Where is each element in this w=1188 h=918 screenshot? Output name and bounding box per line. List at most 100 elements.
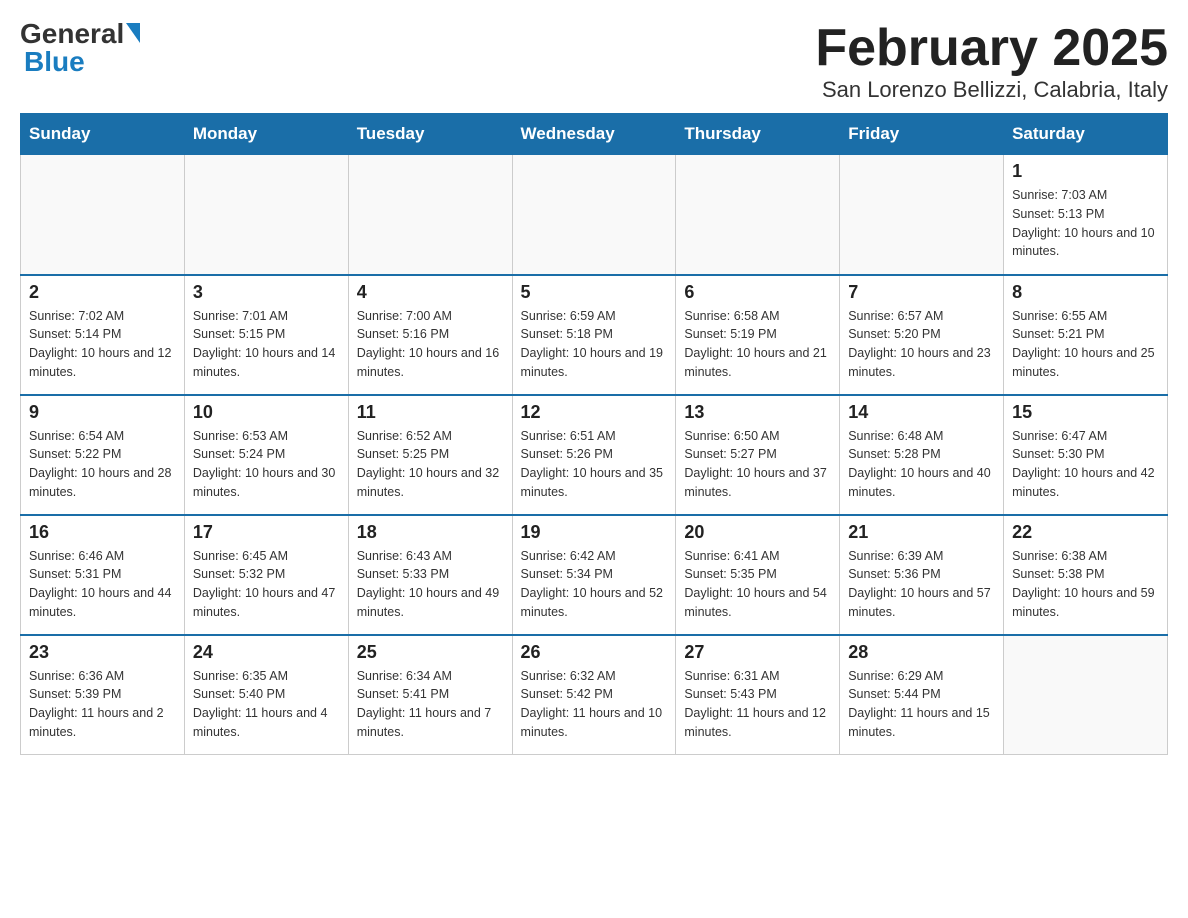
day-number: 19 [521, 522, 668, 543]
day-cell: 5Sunrise: 6:59 AMSunset: 5:18 PMDaylight… [512, 275, 676, 395]
day-cell [184, 155, 348, 275]
day-number: 27 [684, 642, 831, 663]
day-info: Sunrise: 6:52 AMSunset: 5:25 PMDaylight:… [357, 427, 504, 502]
day-info: Sunrise: 6:53 AMSunset: 5:24 PMDaylight:… [193, 427, 340, 502]
day-info: Sunrise: 6:38 AMSunset: 5:38 PMDaylight:… [1012, 547, 1159, 622]
day-cell: 21 Sunrise: 6:39 AMSunset: 5:36 PMDayligh… [840, 515, 1004, 635]
day-cell [512, 155, 676, 275]
day-cell: 11Sunrise: 6:52 AMSunset: 5:25 PMDayligh… [348, 395, 512, 515]
day-number: 17 [193, 522, 340, 543]
week-row-5: 23 Sunrise: 6:36 AMSunset: 5:39 PMDayligh… [21, 635, 1168, 755]
day-cell: 23 Sunrise: 6:36 AMSunset: 5:39 PMDayligh… [21, 635, 185, 755]
calendar-subtitle: San Lorenzo Bellizzi, Calabria, Italy [815, 77, 1168, 103]
title-block: February 2025 San Lorenzo Bellizzi, Cala… [815, 20, 1168, 103]
logo-blue-text: Blue [24, 48, 85, 76]
day-cell: 9 Sunrise: 6:54 AMSunset: 5:22 PMDaylight… [21, 395, 185, 515]
day-cell [348, 155, 512, 275]
day-cell: 28 Sunrise: 6:29 AMSunset: 5:44 PMDayligh… [840, 635, 1004, 755]
day-number: 3 [193, 282, 340, 303]
day-info: Sunrise: 6:36 AMSunset: 5:39 PMDaylight:… [29, 667, 176, 742]
day-info: Sunrise: 6:51 AMSunset: 5:26 PMDaylight:… [521, 427, 668, 502]
day-number: 25 [357, 642, 504, 663]
day-number: 15 [1012, 402, 1159, 423]
day-info: Sunrise: 6:34 AMSunset: 5:41 PMDaylight:… [357, 667, 504, 742]
day-number: 21 [848, 522, 995, 543]
day-cell: 20 Sunrise: 6:41 AMSunset: 5:35 PMDayligh… [676, 515, 840, 635]
day-number: 28 [848, 642, 995, 663]
day-info: Sunrise: 7:02 AMSunset: 5:14 PMDaylight:… [29, 307, 176, 382]
calendar-table: Sunday Monday Tuesday Wednesday Thursday… [20, 113, 1168, 755]
day-number: 7 [848, 282, 995, 303]
day-info: Sunrise: 6:59 AMSunset: 5:18 PMDaylight:… [521, 307, 668, 382]
day-number: 10 [193, 402, 340, 423]
day-cell: 10 Sunrise: 6:53 AMSunset: 5:24 PMDayligh… [184, 395, 348, 515]
day-info: Sunrise: 6:48 AMSunset: 5:28 PMDaylight:… [848, 427, 995, 502]
day-info: Sunrise: 6:57 AMSunset: 5:20 PMDaylight:… [848, 307, 995, 382]
day-cell: 4 Sunrise: 7:00 AMSunset: 5:16 PMDaylight… [348, 275, 512, 395]
day-info: Sunrise: 6:39 AMSunset: 5:36 PMDaylight:… [848, 547, 995, 622]
day-cell: 25 Sunrise: 6:34 AMSunset: 5:41 PMDayligh… [348, 635, 512, 755]
day-cell [1004, 635, 1168, 755]
day-number: 12 [521, 402, 668, 423]
header-friday: Friday [840, 114, 1004, 155]
page-header: General Blue February 2025 San Lorenzo B… [20, 20, 1168, 103]
day-cell [840, 155, 1004, 275]
day-info: Sunrise: 6:55 AMSunset: 5:21 PMDaylight:… [1012, 307, 1159, 382]
day-cell: 26 Sunrise: 6:32 AMSunset: 5:42 PMDayligh… [512, 635, 676, 755]
day-info: Sunrise: 7:00 AMSunset: 5:16 PMDaylight:… [357, 307, 504, 382]
day-number: 4 [357, 282, 504, 303]
header-tuesday: Tuesday [348, 114, 512, 155]
day-number: 1 [1012, 161, 1159, 182]
day-info: Sunrise: 6:42 AMSunset: 5:34 PMDaylight:… [521, 547, 668, 622]
day-cell: 19 Sunrise: 6:42 AMSunset: 5:34 PMDayligh… [512, 515, 676, 635]
day-number: 6 [684, 282, 831, 303]
day-number: 9 [29, 402, 176, 423]
day-info: Sunrise: 6:45 AMSunset: 5:32 PMDaylight:… [193, 547, 340, 622]
day-cell: 24 Sunrise: 6:35 AMSunset: 5:40 PMDayligh… [184, 635, 348, 755]
day-number: 24 [193, 642, 340, 663]
day-number: 23 [29, 642, 176, 663]
day-cell: 1 Sunrise: 7:03 AMSunset: 5:13 PMDaylight… [1004, 155, 1168, 275]
day-number: 8 [1012, 282, 1159, 303]
header-monday: Monday [184, 114, 348, 155]
day-number: 22 [1012, 522, 1159, 543]
day-cell: 27Sunrise: 6:31 AMSunset: 5:43 PMDayligh… [676, 635, 840, 755]
header-wednesday: Wednesday [512, 114, 676, 155]
day-cell: 3 Sunrise: 7:01 AMSunset: 5:15 PMDaylight… [184, 275, 348, 395]
day-cell: 18Sunrise: 6:43 AMSunset: 5:33 PMDayligh… [348, 515, 512, 635]
week-row-3: 9 Sunrise: 6:54 AMSunset: 5:22 PMDaylight… [21, 395, 1168, 515]
weekday-header-row: Sunday Monday Tuesday Wednesday Thursday… [21, 114, 1168, 155]
day-info: Sunrise: 6:29 AMSunset: 5:44 PMDaylight:… [848, 667, 995, 742]
day-cell: 22 Sunrise: 6:38 AMSunset: 5:38 PMDayligh… [1004, 515, 1168, 635]
day-number: 20 [684, 522, 831, 543]
day-info: Sunrise: 6:41 AMSunset: 5:35 PMDaylight:… [684, 547, 831, 622]
day-cell [676, 155, 840, 275]
day-cell: 12 Sunrise: 6:51 AMSunset: 5:26 PMDayligh… [512, 395, 676, 515]
day-cell: 8 Sunrise: 6:55 AMSunset: 5:21 PMDaylight… [1004, 275, 1168, 395]
day-number: 14 [848, 402, 995, 423]
day-info: Sunrise: 6:35 AMSunset: 5:40 PMDaylight:… [193, 667, 340, 742]
day-info: Sunrise: 6:32 AMSunset: 5:42 PMDaylight:… [521, 667, 668, 742]
day-number: 26 [521, 642, 668, 663]
day-info: Sunrise: 6:46 AMSunset: 5:31 PMDaylight:… [29, 547, 176, 622]
week-row-1: 1 Sunrise: 7:03 AMSunset: 5:13 PMDaylight… [21, 155, 1168, 275]
header-saturday: Saturday [1004, 114, 1168, 155]
calendar-title: February 2025 [815, 20, 1168, 77]
day-info: Sunrise: 6:54 AMSunset: 5:22 PMDaylight:… [29, 427, 176, 502]
day-cell: 13 Sunrise: 6:50 AMSunset: 5:27 PMDayligh… [676, 395, 840, 515]
day-number: 2 [29, 282, 176, 303]
day-info: Sunrise: 7:03 AMSunset: 5:13 PMDaylight:… [1012, 186, 1159, 261]
logo-general-text: General [20, 20, 124, 48]
day-cell: 14 Sunrise: 6:48 AMSunset: 5:28 PMDayligh… [840, 395, 1004, 515]
logo: General Blue [20, 20, 140, 76]
day-cell [21, 155, 185, 275]
day-info: Sunrise: 7:01 AMSunset: 5:15 PMDaylight:… [193, 307, 340, 382]
week-row-4: 16 Sunrise: 6:46 AMSunset: 5:31 PMDayligh… [21, 515, 1168, 635]
logo-triangle-icon [126, 23, 140, 43]
day-number: 16 [29, 522, 176, 543]
day-info: Sunrise: 6:50 AMSunset: 5:27 PMDaylight:… [684, 427, 831, 502]
day-number: 18 [357, 522, 504, 543]
day-number: 13 [684, 402, 831, 423]
header-thursday: Thursday [676, 114, 840, 155]
day-cell: 16 Sunrise: 6:46 AMSunset: 5:31 PMDayligh… [21, 515, 185, 635]
